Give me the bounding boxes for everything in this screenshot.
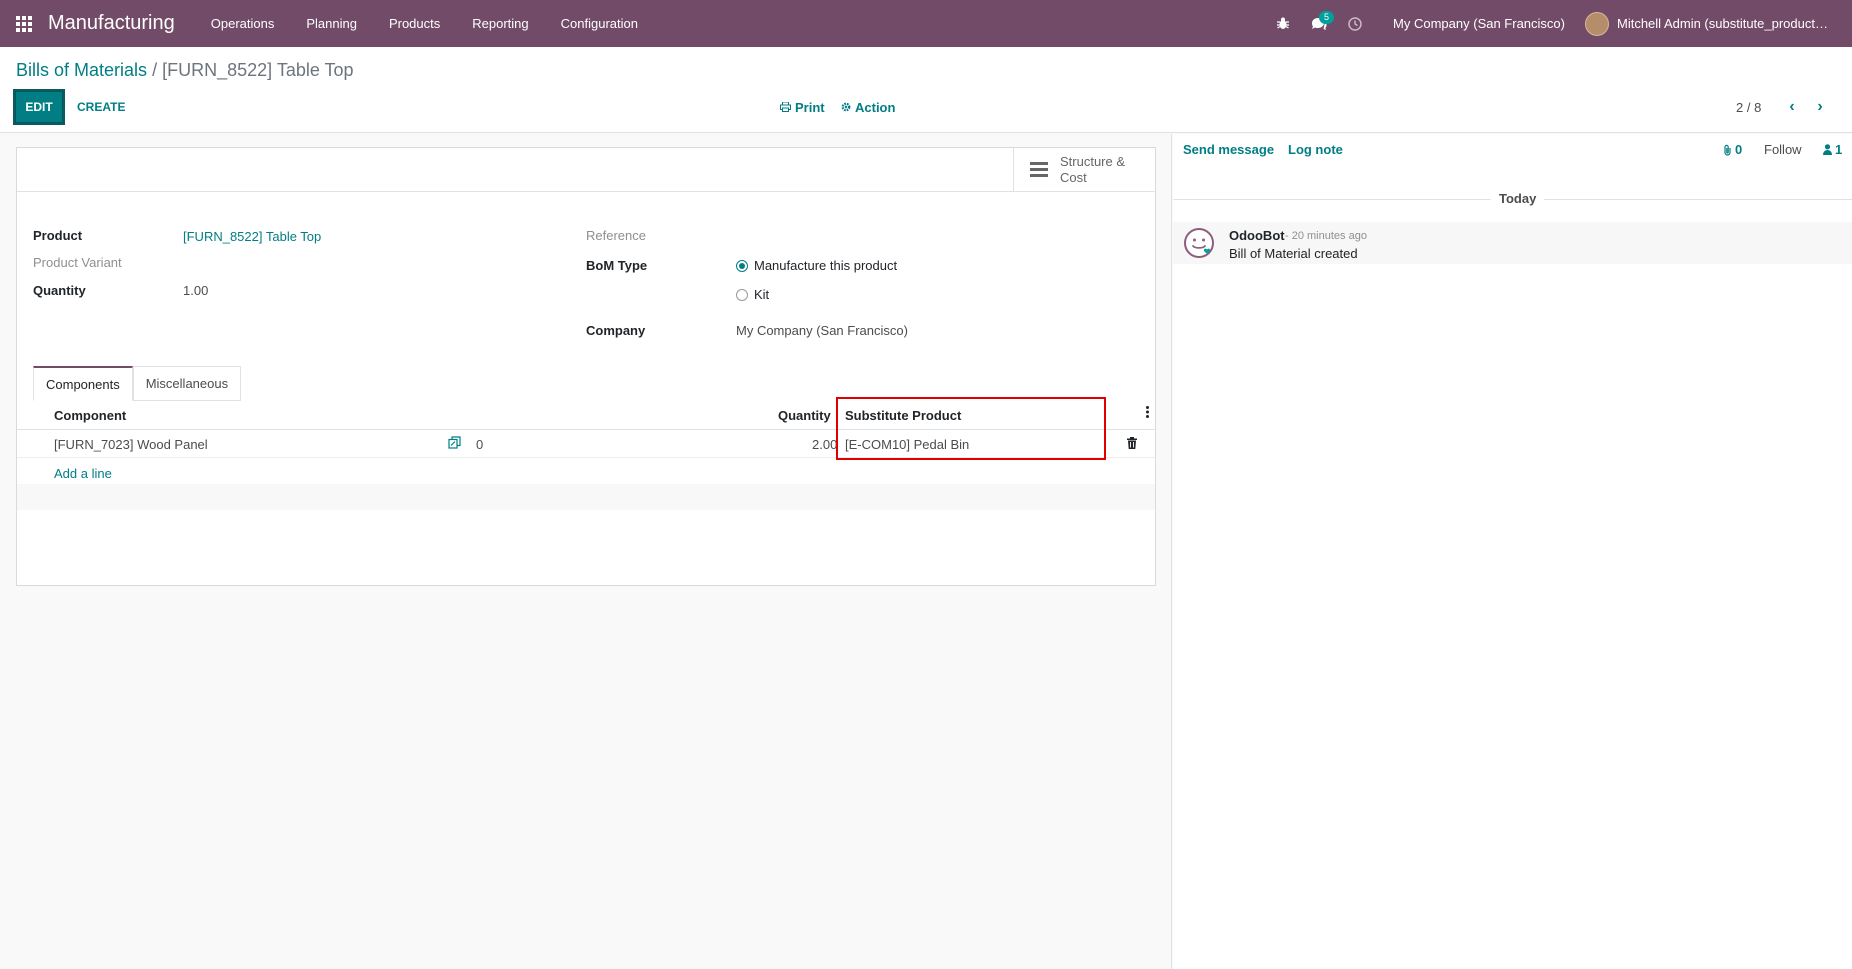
menu-products[interactable]: Products — [373, 0, 456, 47]
follow-button[interactable]: Follow — [1764, 142, 1802, 157]
print-icon — [780, 102, 791, 112]
row-substitute-product[interactable]: [E-COM10] Pedal Bin — [845, 437, 969, 452]
attachments-button[interactable]: 0 — [1723, 142, 1742, 157]
pager-value[interactable]: 2 / 8 — [1736, 91, 1761, 123]
menu-planning[interactable]: Planning — [290, 0, 373, 47]
quantity-field[interactable]: 1.00 — [183, 283, 208, 298]
add-a-line-link[interactable]: Add a line — [54, 466, 112, 481]
message-author: OdooBot — [1229, 228, 1285, 243]
bom-type-label: BoM Type — [586, 258, 648, 273]
pager-previous-icon[interactable]: ‹ — [1780, 91, 1804, 123]
odoobot-avatar-icon — [1184, 228, 1214, 258]
activity-clock-icon[interactable] — [1337, 0, 1373, 47]
date-separator-label: Today — [1491, 191, 1545, 206]
send-message-button[interactable]: Send message — [1183, 142, 1274, 157]
breadcrumb-bills-of-materials[interactable]: Bills of Materials — [16, 60, 147, 80]
quantity-label: Quantity — [33, 283, 86, 298]
form-sheet: Structure & Cost Product [FURN_8522] Tab… — [16, 147, 1156, 586]
menu-configuration[interactable]: Configuration — [545, 0, 654, 47]
breadcrumb: Bills of Materials / [FURN_8522] Table T… — [16, 60, 354, 81]
log-note-button[interactable]: Log note — [1288, 142, 1343, 157]
bom-type-manufacture-label: Manufacture this product — [754, 258, 898, 273]
reference-label: Reference — [586, 228, 646, 243]
company-switcher[interactable]: My Company (San Francisco) — [1373, 16, 1585, 31]
user-name: Mitchell Admin (substitute_product_in_… — [1617, 16, 1832, 31]
user-avatar — [1585, 11, 1609, 36]
structure-cost-button[interactable]: Structure & Cost — [1013, 148, 1155, 191]
message-body: Bill of Material created — [1229, 246, 1358, 261]
bars-icon — [1030, 162, 1048, 177]
top-navbar: Manufacturing Operations Planning Produc… — [0, 0, 1852, 47]
app-brand[interactable]: Manufacturing — [48, 12, 175, 35]
action-button[interactable]: Action — [841, 91, 895, 123]
button-box: Structure & Cost — [17, 148, 1155, 192]
breadcrumb-current: [FURN_8522] Table Top — [162, 60, 354, 80]
row-quantity[interactable]: 2.00 — [812, 437, 837, 452]
product-field[interactable]: [FURN_8522] Table Top — [183, 229, 321, 244]
delete-trash-icon[interactable] — [1127, 437, 1137, 452]
radio-checked-icon — [736, 259, 748, 272]
bom-type-kit-label: Kit — [754, 287, 770, 302]
components-list-header: Component Quantity Substitute Product — [17, 401, 1155, 430]
product-variant-label: Product Variant — [33, 255, 122, 270]
chatter-panel: Send message Log note 0 Follow 1 Today O… — [1173, 134, 1852, 969]
paperclip-icon — [1724, 144, 1731, 156]
bom-type-manufacture-radio[interactable]: Manufacture this product — [736, 258, 897, 273]
user-menu[interactable]: Mitchell Admin (substitute_product_in_… — [1585, 11, 1852, 36]
breadcrumb-separator: / — [152, 60, 158, 80]
messages-icon[interactable]: 5 — [1301, 0, 1337, 47]
followers-count: 1 — [1835, 142, 1843, 157]
control-panel: Bills of Materials / [FURN_8522] Table T… — [0, 47, 1852, 133]
company-field[interactable]: My Company (San Francisco) — [736, 323, 908, 338]
action-label: Action — [855, 99, 896, 115]
messages-badge: 5 — [1319, 11, 1335, 24]
empty-row — [17, 484, 1155, 510]
company-label: Company — [586, 323, 646, 338]
pager-next-icon[interactable]: › — [1808, 91, 1832, 123]
bom-type-kit-radio[interactable]: Kit — [736, 287, 769, 302]
apps-menu-icon[interactable] — [0, 0, 48, 47]
menu-reporting[interactable]: Reporting — [456, 0, 544, 47]
print-label: Print — [795, 99, 825, 115]
table-row[interactable]: [FURN_7023] Wood Panel 0 2.00 [E-COM10] … — [17, 431, 1155, 458]
debug-bug-icon[interactable] — [1265, 0, 1301, 47]
tab-miscellaneous[interactable]: Miscellaneous — [132, 366, 242, 401]
user-icon — [1823, 144, 1832, 155]
chatter-message: OdooBot - 20 minutes ago Bill of Materia… — [1173, 222, 1852, 264]
row-component[interactable]: [FURN_7023] Wood Panel — [54, 437, 208, 452]
followers-button[interactable]: 1 — [1823, 142, 1842, 157]
gear-icon — [841, 102, 851, 112]
structure-cost-label: Structure & Cost — [1060, 153, 1126, 185]
create-button[interactable]: CREATE — [77, 91, 125, 123]
product-label: Product — [33, 228, 83, 243]
optional-columns-icon[interactable] — [1146, 406, 1149, 421]
date-separator: Today — [1173, 191, 1852, 207]
print-button[interactable]: Print — [780, 91, 825, 123]
chatter-topbar: Send message Log note 0 Follow 1 — [1173, 134, 1852, 170]
row-forecast: 0 — [476, 437, 484, 452]
message-time: - 20 minutes ago — [1285, 230, 1367, 242]
attachments-count: 0 — [1735, 142, 1743, 157]
form-view: Structure & Cost Product [FURN_8522] Tab… — [0, 134, 1172, 969]
menu-operations[interactable]: Operations — [195, 0, 291, 47]
notebook-tabs: Components Miscellaneous — [33, 366, 242, 401]
tab-components[interactable]: Components — [33, 366, 133, 401]
column-quantity[interactable]: Quantity — [778, 408, 831, 423]
forecast-report-icon[interactable] — [448, 436, 461, 452]
column-component[interactable]: Component — [54, 408, 126, 423]
radio-unchecked-icon — [736, 288, 748, 301]
edit-button[interactable]: EDIT — [13, 89, 65, 125]
column-substitute-product[interactable]: Substitute Product — [845, 408, 961, 423]
